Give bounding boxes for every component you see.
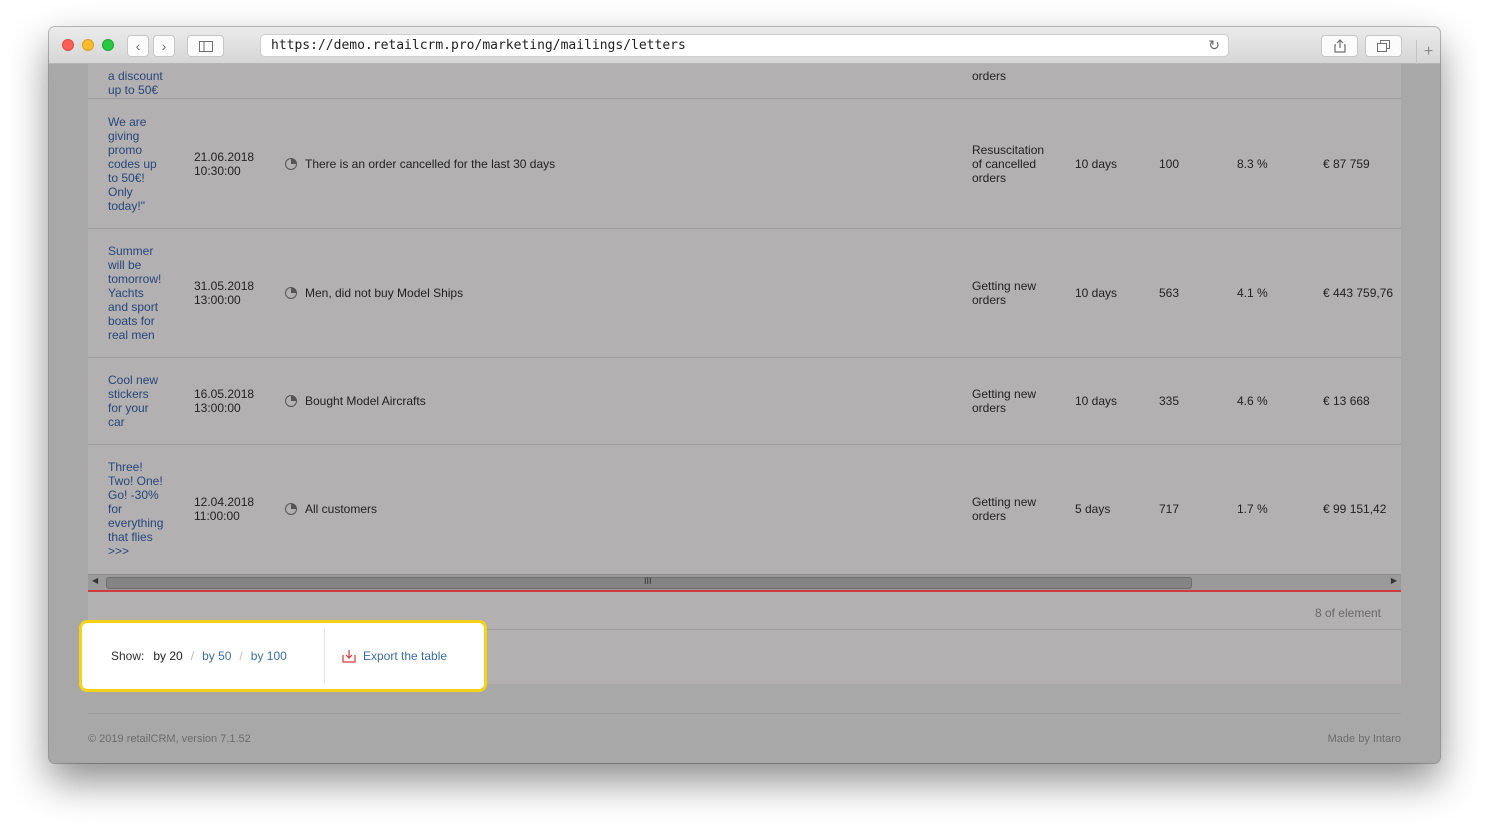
- segment-pie-icon: [285, 158, 297, 170]
- pager-separator: /: [239, 649, 243, 663]
- made-by-link[interactable]: Made by Intaro: [1328, 733, 1401, 745]
- table-row[interactable]: Cool new stickers for your car 16.05.201…: [88, 358, 1401, 445]
- mailing-name-link[interactable]: a discount up to 50€: [108, 69, 163, 97]
- mailing-name-link[interactable]: Cool new stickers for your car: [108, 373, 158, 429]
- plus-icon: +: [1423, 43, 1434, 60]
- goal-cell: orders: [972, 69, 1007, 83]
- tabs-icon: [1377, 40, 1390, 52]
- table-row[interactable]: a discount up to 50€ orders: [88, 64, 1401, 99]
- segment-cell: Bought Model Aircrafts: [285, 394, 426, 408]
- send-date-cell: 16.05.2018 13:00:00: [194, 387, 255, 415]
- scroll-right-arrow-icon[interactable]: ▶: [1391, 576, 1397, 585]
- chevron-right-icon: ›: [161, 38, 167, 54]
- new-tab-button[interactable]: +: [1416, 40, 1440, 64]
- page-footer-divider: [88, 713, 1401, 714]
- export-label: Export the table: [363, 649, 448, 663]
- horizontal-scrollbar[interactable]: ◀ III ▶: [88, 574, 1401, 590]
- share-icon: [1333, 39, 1346, 53]
- conversion-cell: 4.1 %: [1237, 286, 1268, 300]
- revenue-cell: € 99 151,42: [1323, 502, 1387, 516]
- table-row[interactable]: We are giving promo codes up to 50€! Onl…: [88, 99, 1401, 229]
- sent-count-cell: 563: [1159, 286, 1180, 300]
- browser-toolbar: ‹ › https://demo.retailcrm.pro/marketing…: [49, 27, 1440, 64]
- send-date-cell: 12.04.2018 11:00:00: [194, 495, 255, 523]
- mailing-name-link[interactable]: We are giving promo codes up to 50€! Onl…: [108, 115, 157, 213]
- minimize-window-button[interactable]: [82, 39, 94, 51]
- pager-separator: /: [190, 649, 195, 663]
- table-row[interactable]: Three! Two! One! Go! -30% for everything…: [88, 445, 1401, 574]
- sent-count-cell: 717: [1159, 502, 1180, 516]
- browser-window: ‹ › https://demo.retailcrm.pro/marketing…: [49, 27, 1440, 763]
- sidebar-toggle-button[interactable]: [187, 35, 224, 57]
- revenue-cell: € 87 759: [1323, 157, 1370, 171]
- period-cell: 10 days: [1075, 157, 1118, 171]
- mailing-name-link[interactable]: Three! Two! One! Go! -30% for everything…: [108, 460, 163, 558]
- goal-cell: Resuscitation of cancelled orders: [972, 143, 1045, 185]
- segment-pie-icon: [285, 503, 297, 515]
- mailings-table: a discount up to 50€ orders We are givin…: [88, 64, 1401, 574]
- export-table-button[interactable]: Export the table: [342, 629, 447, 683]
- url-text: https://demo.retailcrm.pro/marketing/mai…: [271, 38, 686, 53]
- pagination-export-highlight: Show: by 20 / by 50 / by 100 Export the …: [79, 620, 487, 692]
- page-size-50-link[interactable]: by 50: [202, 649, 231, 663]
- segment-cell: All customers: [285, 502, 377, 516]
- reload-icon[interactable]: ↻: [1208, 36, 1220, 57]
- sent-count-cell: 100: [1159, 157, 1180, 171]
- maximize-window-button[interactable]: [102, 39, 114, 51]
- segment-cell: There is an order cancelled for the last…: [285, 157, 555, 171]
- page-size-20-current: by 20: [153, 649, 183, 663]
- period-cell: 5 days: [1075, 502, 1111, 516]
- conversion-cell: 8.3 %: [1237, 157, 1268, 171]
- scrollbar-grip-icon: III: [644, 576, 652, 586]
- sidebar-icon: [198, 40, 213, 52]
- revenue-cell: € 443 759,76: [1323, 286, 1394, 300]
- revenue-cell: € 13 668: [1323, 394, 1370, 408]
- send-date-cell: 21.06.2018 10:30:00: [194, 150, 255, 178]
- address-bar[interactable]: https://demo.retailcrm.pro/marketing/mai…: [260, 34, 1229, 57]
- copyright-text: © 2019 retailCRM, version 7.1.52: [88, 733, 251, 745]
- period-cell: 10 days: [1075, 394, 1118, 408]
- element-count: 8 of element: [1314, 606, 1381, 620]
- scrollbar-thumb[interactable]: III: [106, 576, 1192, 589]
- share-button[interactable]: [1321, 35, 1358, 57]
- page-size-100-link[interactable]: by 100: [251, 649, 287, 663]
- goal-cell: Getting new orders: [972, 387, 1037, 415]
- mailing-name-link[interactable]: Summer will be tomorrow! Yachts and spor…: [108, 244, 161, 342]
- goal-cell: Getting new orders: [972, 495, 1037, 523]
- segment-pie-icon: [285, 287, 297, 299]
- close-window-button[interactable]: [62, 39, 74, 51]
- page-content: a discount up to 50€ orders We are givin…: [49, 64, 1440, 763]
- page-size-selector: Show: by 20 / by 50 / by 100: [88, 629, 325, 683]
- conversion-cell: 4.6 %: [1237, 394, 1268, 408]
- period-cell: 10 days: [1075, 286, 1118, 300]
- table-row[interactable]: Summer will be tomorrow! Yachts and spor…: [88, 229, 1401, 358]
- conversion-cell: 1.7 %: [1237, 502, 1268, 516]
- scroll-left-arrow-icon[interactable]: ◀: [92, 576, 98, 585]
- forward-button[interactable]: ›: [153, 35, 175, 57]
- sent-count-cell: 335: [1159, 394, 1180, 408]
- goal-cell: Getting new orders: [972, 279, 1037, 307]
- show-label: Show:: [111, 649, 145, 663]
- download-icon: [342, 650, 356, 663]
- segment-pie-icon: [285, 395, 297, 407]
- segment-cell: Men, did not buy Model Ships: [285, 286, 463, 300]
- chevron-left-icon: ‹: [135, 38, 141, 54]
- back-button[interactable]: ‹: [127, 35, 149, 57]
- tabs-overview-button[interactable]: [1365, 35, 1402, 57]
- send-date-cell: 31.05.2018 13:00:00: [194, 279, 255, 307]
